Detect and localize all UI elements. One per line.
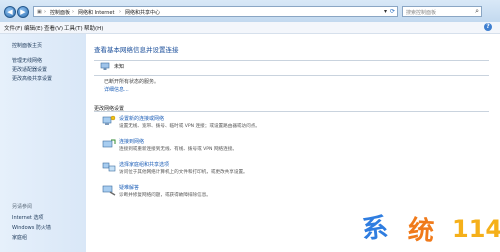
refresh-icon[interactable]: ⟳ <box>390 8 395 15</box>
chevron-right-icon: › <box>72 9 74 15</box>
breadcrumb-network-internet[interactable]: 网络和 Internet <box>78 9 114 16</box>
search-icon[interactable]: ⌕ <box>475 7 479 16</box>
task-setup-connection-link[interactable]: 设置新的连接或网络 <box>119 115 164 122</box>
watermark-logo: 系 统 114 <box>356 208 500 252</box>
task-connect-network-link[interactable]: 连接到网络 <box>119 138 144 145</box>
watermark-char-3: 114 <box>452 215 500 243</box>
chevron-down-icon[interactable]: ▾ <box>384 8 387 15</box>
menu-help[interactable]: 帮助(H) <box>84 24 103 32</box>
sidebar-item-windows-firewall[interactable]: Windows 防火墙 <box>12 224 51 231</box>
search-input[interactable]: 搜索控制面板 ⌕ <box>402 6 482 17</box>
disconnected-status: 已断开所有状态的服务。 <box>104 79 160 85</box>
breadcrumb-network-sharing-center[interactable]: 网络和共享中心 <box>125 9 160 16</box>
task-troubleshoot-desc: 诊断并修复网络问题，或获得故障排除信息。 <box>119 193 211 198</box>
menu-edit[interactable]: 编辑(E) <box>24 24 43 32</box>
sidebar-item-internet-options[interactable]: Internet 选项 <box>12 214 43 221</box>
menu-view[interactable]: 查看(V) <box>44 24 63 32</box>
menu-tools[interactable]: 工具(T) <box>64 24 83 32</box>
forward-arrow-icon[interactable]: ▶ <box>17 6 29 18</box>
sidebar-item-home[interactable]: 控制面板主页 <box>12 42 42 49</box>
sidebar-item-adapter-settings[interactable]: 更改适配器设置 <box>12 66 47 73</box>
sidebar-item-manage-wireless[interactable]: 管理无线网络 <box>12 57 42 64</box>
breadcrumb-control-panel[interactable]: 控制面板 <box>50 9 70 16</box>
help-icon[interactable]: ? <box>484 23 492 31</box>
watermark-char-2: 统 <box>406 215 436 247</box>
homegroup-icon <box>102 162 116 172</box>
troubleshoot-icon <box>102 185 116 196</box>
sidebar-item-homegroup[interactable]: 家庭组 <box>12 234 27 241</box>
watermark-char-1: 系 <box>360 212 390 246</box>
details-link[interactable]: 详细信息... <box>104 86 129 93</box>
divider <box>94 60 489 61</box>
task-troubleshoot-link[interactable]: 疑难解答 <box>119 184 139 191</box>
task-connect-network-desc: 连接到或重新连接到无线、有线、拨号或 VPN 网络连接。 <box>119 147 237 152</box>
network-icon <box>100 62 110 70</box>
connect-network-icon <box>102 139 116 148</box>
left-pane: 控制面板主页 管理无线网络 更改适配器设置 更改高级共享设置 另请参阅 Inte… <box>0 34 86 252</box>
divider <box>94 111 489 112</box>
menu-file[interactable]: 文件(F) <box>4 24 22 32</box>
address-bar[interactable]: ▣ › 控制面板 › 网络和 Internet › 网络和共享中心 ▾ ⟳ <box>33 6 398 17</box>
network-name: 未知 <box>114 64 125 70</box>
folder-icon: ▣ <box>37 9 42 15</box>
divider <box>94 75 489 76</box>
search-placeholder: 搜索控制面板 <box>406 10 437 16</box>
page-title: 查看基本网络信息并设置连接 <box>94 46 179 54</box>
task-homegroup-desc: 访问位于其他网络计算机上的文件和打印机，或更改共享设置。 <box>119 170 248 175</box>
title-bar: ◀ ▶ ▣ › 控制面板 › 网络和 Internet › 网络和共享中心 ▾ … <box>0 0 500 22</box>
sidebar-item-advanced-sharing[interactable]: 更改高级共享设置 <box>12 75 52 82</box>
back-arrow-icon[interactable]: ◀ <box>4 6 16 18</box>
new-connection-icon <box>102 115 116 125</box>
menu-bar: 文件(F) 编辑(E) 查看(V) 工具(T) 帮助(H) ? <box>0 22 500 34</box>
chevron-right-icon: › <box>44 9 46 15</box>
see-also-heading: 另请参阅 <box>12 204 33 210</box>
task-setup-connection-desc: 设置无线、宽带、拨号、临时或 VPN 连接；或设置路由器或访问点。 <box>119 124 260 129</box>
chevron-right-icon: › <box>119 9 121 15</box>
task-homegroup-link[interactable]: 选择家庭组和共享选项 <box>119 161 169 168</box>
